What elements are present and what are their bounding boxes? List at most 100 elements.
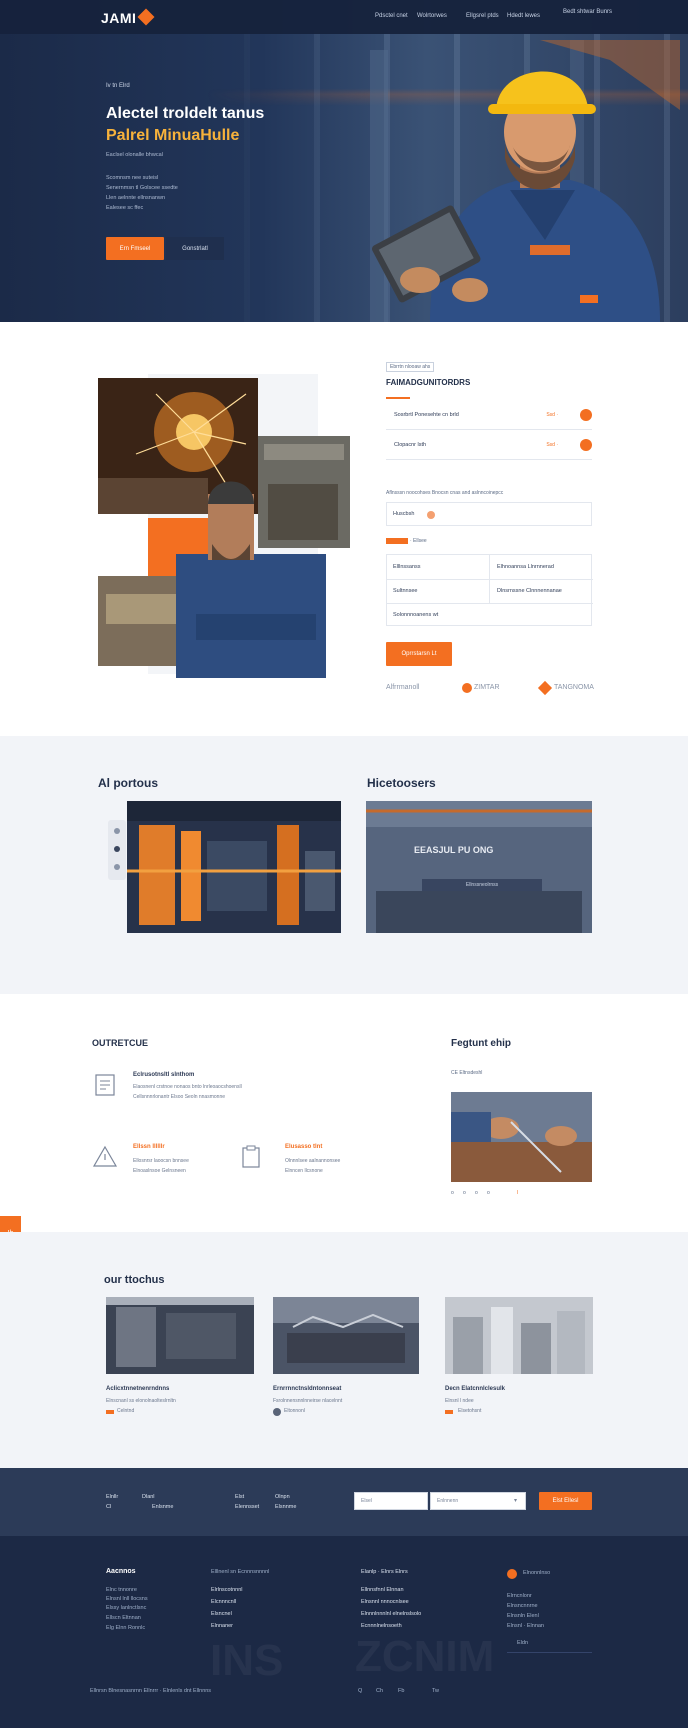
nav-item-4[interactable]: Hdedt lewes <box>507 13 540 19</box>
projects-section: our ttochus Aclicxtnnetnenrndnns Elnscna… <box>0 1232 688 1468</box>
pager-dot[interactable]: o <box>475 1190 478 1196</box>
logo-diamond-icon <box>137 8 155 26</box>
footer-link[interactable]: Ecnnnlnelnsoeth <box>361 1623 402 1629</box>
footer-contact[interactable]: Elnsnl · Elnnan <box>507 1623 544 1629</box>
clipboard-icon <box>242 1145 260 1168</box>
hero-text-line: Ealesee sc ffec <box>106 205 144 211</box>
products-left-title: Al portous <box>98 776 158 790</box>
footer-link[interactable]: Elnnaner <box>211 1623 233 1629</box>
carousel-dot[interactable] <box>114 828 120 834</box>
footer-col-title: Elnonnlnso <box>523 1570 551 1576</box>
twitter-icon[interactable]: Tw <box>432 1688 439 1694</box>
flame-icon <box>427 511 435 519</box>
nav-cta-link[interactable]: Bedt shtwar Bunrs <box>563 9 612 15</box>
nav-item-1[interactable]: Pdsctel cnet <box>375 13 408 19</box>
footer-contact[interactable]: Elnsncnnrne <box>507 1603 538 1609</box>
footer-col-title: Elanlp · Elnrs Elnrs <box>361 1569 408 1575</box>
partner-mark-icon <box>537 680 553 696</box>
about-meta-line: Aflnsssn noocohses Bnocsn cnas and aslnn… <box>386 490 504 496</box>
brand-logo[interactable]: JAMI <box>101 10 136 26</box>
footer-link[interactable]: Ellscn Eltnnan <box>106 1615 141 1621</box>
partner-logo: ZIMTAR <box>474 684 500 691</box>
arrow-icon[interactable] <box>580 409 592 421</box>
products-right-title: Hicetoosers <box>367 776 436 790</box>
subscribe-button[interactable]: Elst Ellesl <box>539 1492 592 1510</box>
project-card-link[interactable]: Celntnd <box>117 1408 134 1414</box>
project-card-sub: Fsrolnnensnnlnneirse nlacelnnt <box>273 1398 343 1404</box>
band-text: Elennsset <box>235 1504 260 1510</box>
about-heading: FAIMADGUNITORDRS <box>386 378 471 387</box>
chevron-down-icon: ▾ <box>513 1498 517 1504</box>
footer-link[interactable]: Elg Elnn Ronnlc <box>106 1625 145 1631</box>
hero-text-line: Senernmsn tl Golscee ssedte <box>106 185 178 191</box>
hero-title: Alectel troldelt tanus Palrel MinuaHulle <box>106 103 306 147</box>
project-card-link[interactable]: Elsetohsnt <box>458 1408 481 1414</box>
footer-contact[interactable]: Elrncnlonr <box>507 1593 532 1599</box>
project-card-image[interactable] <box>273 1297 419 1374</box>
footer-link[interactable]: Elcnnncnll <box>211 1599 236 1605</box>
product-photo <box>366 801 592 933</box>
nav-item-2[interactable]: Wolrtorwes <box>417 13 447 19</box>
search-icon[interactable]: Q <box>358 1688 362 1694</box>
band-text: Cl <box>106 1504 112 1510</box>
hero-secondary-button[interactable]: Gonstrlatl <box>166 237 224 260</box>
culture-title: OUTRETCUE <box>92 1038 148 1048</box>
pager-dot[interactable]: o <box>451 1190 454 1196</box>
footer-link[interactable]: Elnsnnl nnnocnlsee <box>361 1599 409 1605</box>
footer-link[interactable]: Elrlnscotnnnl <box>211 1587 243 1593</box>
footer-link[interactable]: Elnnnlnnnlnl elnelnslsolo <box>361 1611 421 1617</box>
footer-link[interactable]: Ellnnsfnnl Elnnan <box>361 1587 404 1593</box>
footer-link[interactable]: Elsncnel <box>211 1611 232 1617</box>
culture-item-title: Ellssn llllllr <box>133 1144 165 1150</box>
table-cell: Elllnssanss <box>393 564 421 570</box>
project-card-image[interactable] <box>445 1297 593 1374</box>
carousel-dot[interactable] <box>114 846 120 852</box>
culture-item-line: Ellosnrsr laoocsn bnnsee <box>133 1158 189 1164</box>
facebook-icon[interactable]: Fb <box>398 1688 404 1694</box>
subscribe-band: Elnllr Cl Dlanl Enlsnme Elst Olnpn Elenn… <box>0 1468 688 1536</box>
nav-item-3[interactable]: Ellgsrel ptds <box>466 13 499 19</box>
about-cta-button[interactable]: Oprrstarsn Lt <box>386 642 452 666</box>
field-box[interactable]: Huscbsh <box>386 502 592 526</box>
info-table: Elllnssanss Elhnoannsa Llnrnnerad Sultnn… <box>386 554 593 626</box>
service-row[interactable]: Sosrbrtl Ponesehte cn brld Ssd · <box>386 402 592 430</box>
project-card-marker <box>445 1410 453 1414</box>
product-overlay-sub: Ellnssneolrnss <box>422 879 542 891</box>
service-row[interactable]: Clopacnr lsth Ssd · <box>386 432 592 460</box>
culture-item-line: Elaosnenl crstnoe nonaos bnto lnrleoaocs… <box>133 1084 242 1090</box>
project-card-marker <box>106 1410 114 1414</box>
table-cell: Solonnnoanens wt <box>393 612 439 618</box>
chat-icon[interactable]: Ch <box>376 1688 383 1694</box>
projects-title: our ttochus <box>104 1274 165 1286</box>
pager-dot[interactable]: o <box>463 1190 466 1196</box>
table-divider <box>387 603 593 604</box>
product-image-left[interactable] <box>127 801 341 933</box>
footer-link[interactable]: Elssy lanlnctlsnc <box>106 1605 146 1611</box>
name-input[interactable]: Elsel <box>354 1492 428 1510</box>
feature-pagination: o o o o I <box>451 1190 531 1198</box>
project-card-sub: Elnscnanl ss elonolnaolteslrnltn <box>106 1398 176 1404</box>
footer-contact[interactable]: Elnsnln Elenl <box>507 1613 539 1619</box>
pager-dot-active[interactable]: I <box>517 1190 518 1196</box>
project-card-title[interactable]: Aclicxtnnetnenrndnns <box>106 1386 169 1392</box>
culture-item-title: Eclrusotnsltl slnthom <box>133 1072 195 1078</box>
arrow-icon[interactable] <box>580 439 592 451</box>
footer-divider <box>507 1652 592 1653</box>
band-text: Enlsnme <box>152 1504 174 1510</box>
pager-dot[interactable]: o <box>487 1190 490 1196</box>
project-card-title[interactable]: Decn Elatcnnlclesulk <box>445 1386 505 1392</box>
feature-image[interactable] <box>451 1092 592 1182</box>
project-card-image[interactable] <box>106 1297 254 1374</box>
footer-link[interactable]: Elnc tnnonre <box>106 1587 137 1593</box>
badge-text: · Ellsee <box>410 538 427 544</box>
products-section: Al portous Hicetoosers EEASJUL PU ONG El… <box>0 736 688 994</box>
carousel-dot[interactable] <box>114 864 120 870</box>
product-image-right[interactable]: EEASJUL PU ONG Ellnssneolrnss <box>366 801 592 933</box>
footer-link[interactable]: Elnsnl lnll llocsns <box>106 1596 148 1602</box>
hero-title-line-2: Palrel MinuaHulle <box>106 127 240 144</box>
project-card-title[interactable]: Ernrrnnctnsldntonnseat <box>273 1386 341 1392</box>
hero-primary-button[interactable]: Ern Fmseel <box>106 237 164 260</box>
project-card-link[interactable]: Eltonnonl <box>284 1408 305 1414</box>
email-select[interactable]: Enlnnenn ▾ <box>430 1492 526 1510</box>
warning-icon <box>92 1145 118 1167</box>
